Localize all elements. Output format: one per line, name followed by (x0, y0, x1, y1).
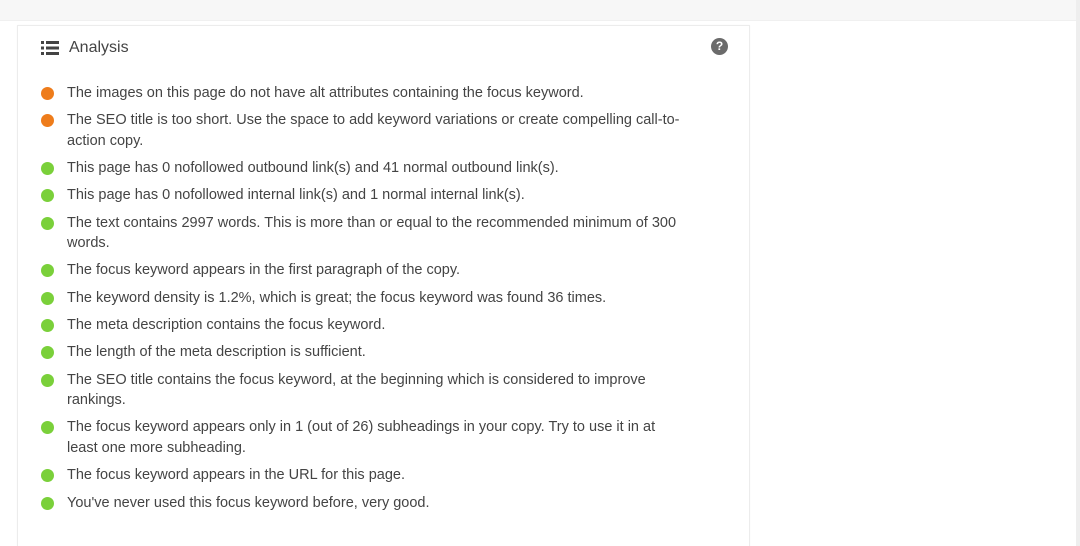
analysis-result-item: This page has 0 nofollowed outbound link… (41, 158, 681, 179)
analysis-result-item: The SEO title contains the focus keyword… (41, 370, 681, 411)
good-status-dot-icon (41, 496, 54, 510)
right-edge (1076, 0, 1080, 546)
good-status-dot-icon (41, 373, 54, 387)
analysis-result-text: You've never used this focus keyword bef… (67, 494, 430, 511)
warning-status-dot-icon (41, 87, 54, 100)
good-status-dot-icon (41, 421, 54, 435)
analysis-result-text: This page has 0 nofollowed internal link… (67, 187, 525, 204)
analysis-result-item: The focus keyword appears in the URL for… (41, 465, 681, 486)
analysis-result-text: The SEO title contains the focus keyword… (67, 371, 646, 409)
good-status-dot-icon (41, 189, 54, 203)
analysis-result-text: The images on this page do not have alt … (67, 85, 584, 101)
good-status-dot-icon (41, 291, 54, 305)
panel-title: Analysis (69, 39, 129, 56)
good-status-dot-icon (41, 216, 54, 230)
good-status-dot-icon (41, 469, 54, 483)
panel-header: Analysis ? (18, 26, 749, 71)
analysis-result-item: The focus keyword appears in the first p… (41, 260, 681, 281)
analysis-result-item: The images on this page do not have alt … (41, 83, 681, 104)
warning-status-dot-icon (41, 114, 54, 128)
top-strip (0, 0, 1080, 21)
good-status-dot-icon (41, 162, 54, 176)
analysis-result-text: The focus keyword appears in the first p… (67, 262, 461, 279)
analysis-result-text: The focus keyword appears in the URL for… (67, 467, 405, 484)
analysis-result-text: The length of the meta description is su… (67, 344, 366, 361)
analysis-result-item: The meta description contains the focus … (41, 315, 681, 336)
question-circle-icon[interactable]: ? (711, 38, 728, 55)
page: Analysis ? The images on this page do no… (0, 0, 1080, 546)
analysis-result-item: The keyword density is 1.2%, which is gr… (41, 288, 681, 309)
analysis-panel: Analysis ? The images on this page do no… (17, 25, 750, 546)
analysis-result-item: The focus keyword appears only in 1 (out… (41, 417, 681, 458)
analysis-result-item: You've never used this focus keyword bef… (41, 493, 681, 514)
analysis-result-text: The focus keyword appears only in 1 (out… (67, 419, 656, 456)
analysis-result-text: The text contains 2997 words. This is mo… (67, 214, 677, 252)
analysis-result-text: The SEO title is too short. Use the spac… (67, 112, 680, 149)
analysis-result-item: The length of the meta description is su… (41, 342, 681, 363)
analysis-result-text: The keyword density is 1.2%, which is gr… (67, 289, 607, 306)
good-status-dot-icon (41, 346, 54, 360)
good-status-dot-icon (41, 264, 54, 278)
analysis-result-item: The SEO title is too short. Use the spac… (41, 110, 681, 151)
analysis-result-item: This page has 0 nofollowed internal link… (41, 185, 681, 206)
list-icon (41, 41, 59, 55)
analysis-result-text: This page has 0 nofollowed outbound link… (67, 160, 559, 177)
good-status-dot-icon (41, 319, 54, 333)
analysis-results-list: The images on this page do not have alt … (41, 83, 681, 520)
analysis-result-text: The meta description contains the focus … (67, 317, 386, 334)
analysis-result-item: The text contains 2997 words. This is mo… (41, 213, 681, 254)
